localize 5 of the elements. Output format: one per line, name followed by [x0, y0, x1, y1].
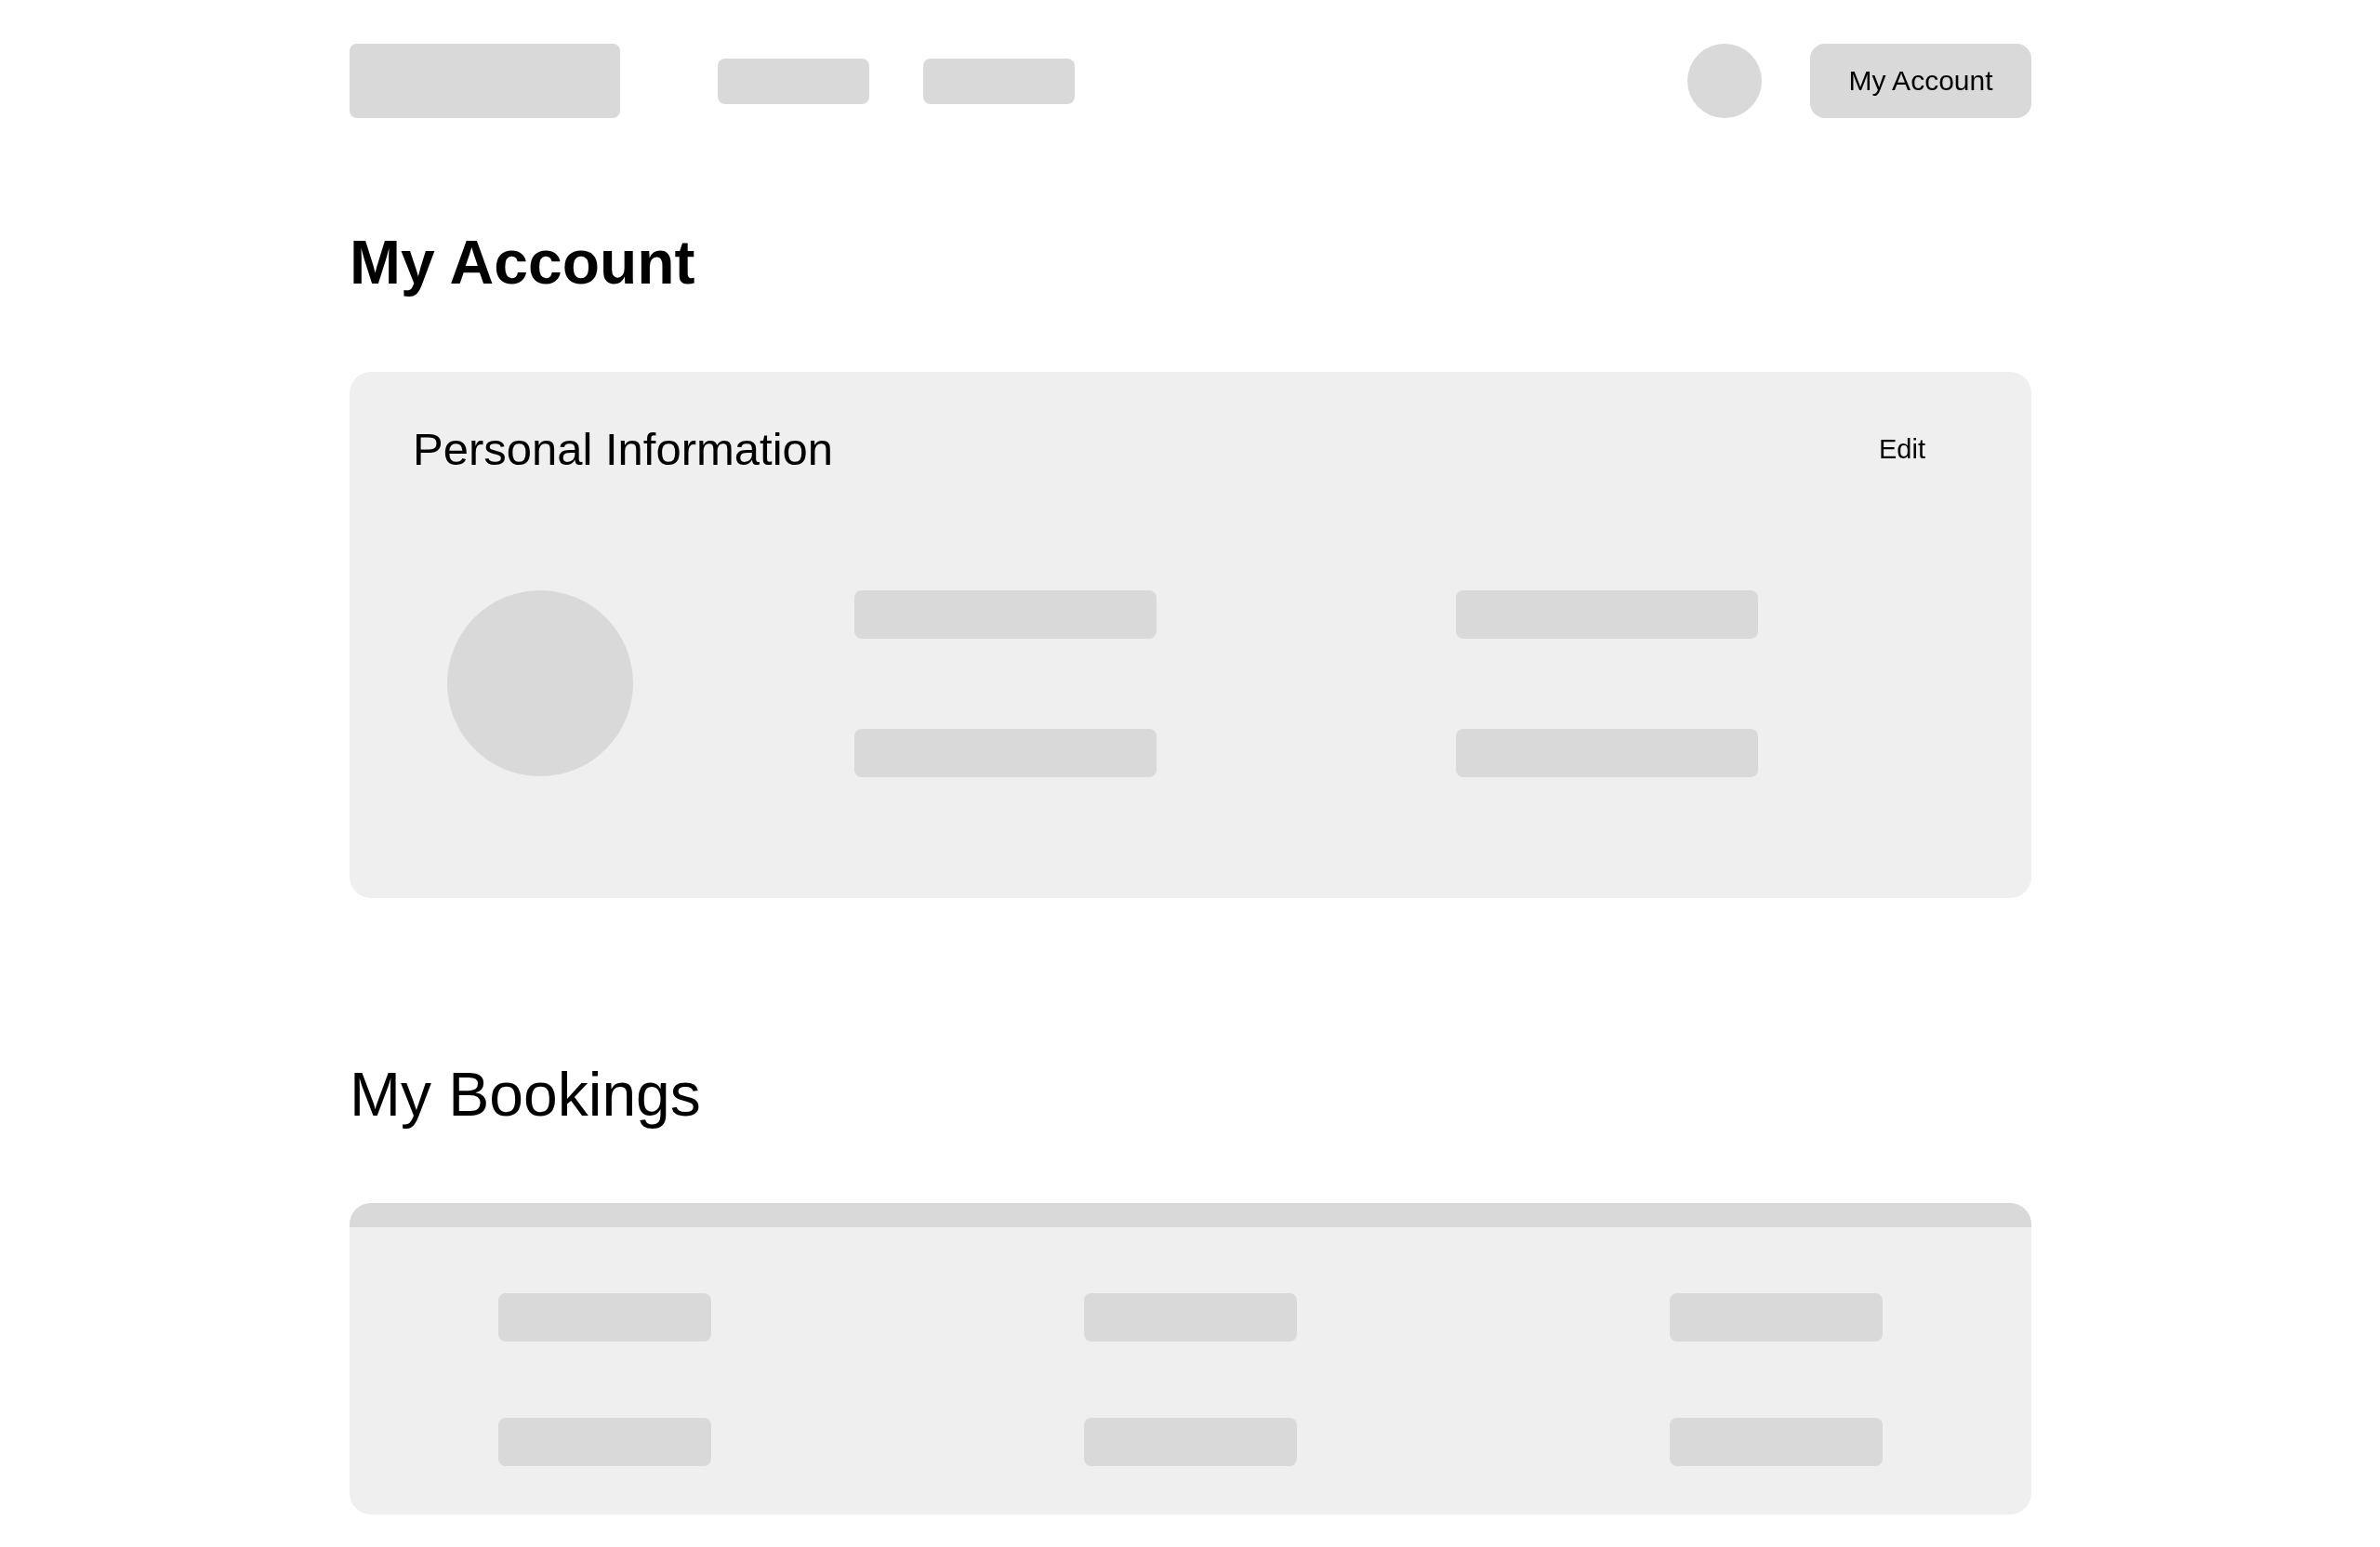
page-heading: My Account: [350, 227, 695, 298]
account-button[interactable]: My Account: [1810, 44, 2031, 118]
card-title: Personal Information: [413, 423, 834, 476]
edit-link[interactable]: Edit: [1879, 433, 1925, 465]
page-heading: My Bookings: [350, 1059, 701, 1130]
